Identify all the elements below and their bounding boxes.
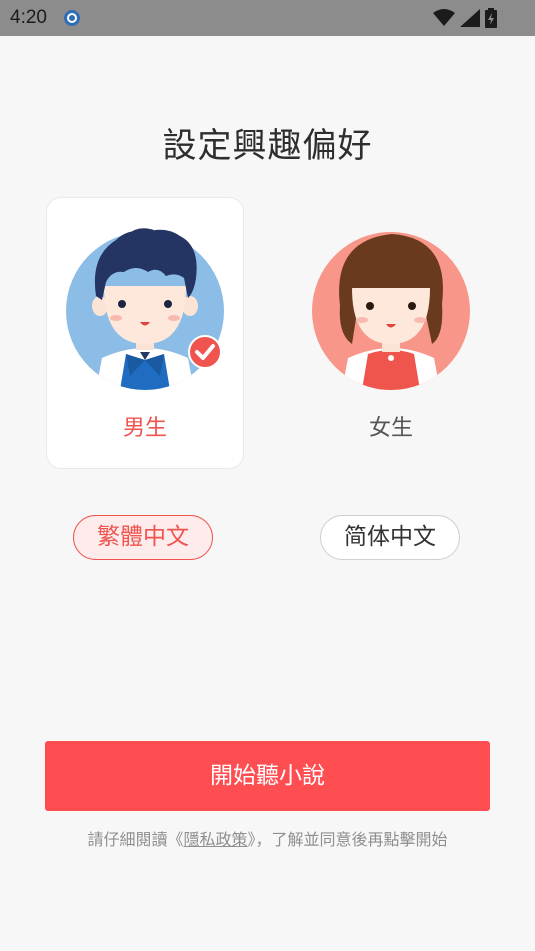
gender-label-male: 男生 [122,416,167,441]
app-notification-icon [64,10,80,26]
wifi-icon [433,9,455,26]
selected-check-icon [188,335,222,369]
cell-signal-icon [460,9,480,27]
page-title: 設定興趣偏好 [162,126,373,166]
gender-option-male[interactable]: 男生 [47,198,243,468]
status-bar: 4:20 [0,0,535,36]
agreement-prefix: 請仔細閱讀《 [87,830,184,849]
language-simplified-button[interactable]: 简体中文 [320,515,460,560]
start-listening-button[interactable]: 開始聽小說 [45,741,490,811]
privacy-policy-link[interactable]: 隱私政策 [183,830,247,849]
language-traditional-button[interactable]: 繁體中文 [73,515,213,560]
gender-label-female: 女生 [368,416,413,441]
gender-option-female[interactable]: 女生 [293,198,489,468]
agreement-suffix: 》，了解並同意後再點擊開始 [247,830,448,849]
status-icons [433,7,497,29]
screen: 4:20 設定興趣偏好 男生 女生 繁體中文 简体中文 開始聽小說 請仔細閱讀《… [0,0,535,951]
privacy-agreement-text: 請仔細閱讀《隱私政策》，了解並同意後再點擊開始 [0,826,535,850]
female-avatar [312,232,470,390]
battery-charging-icon [485,8,497,28]
status-time: 4:20 [10,7,47,28]
